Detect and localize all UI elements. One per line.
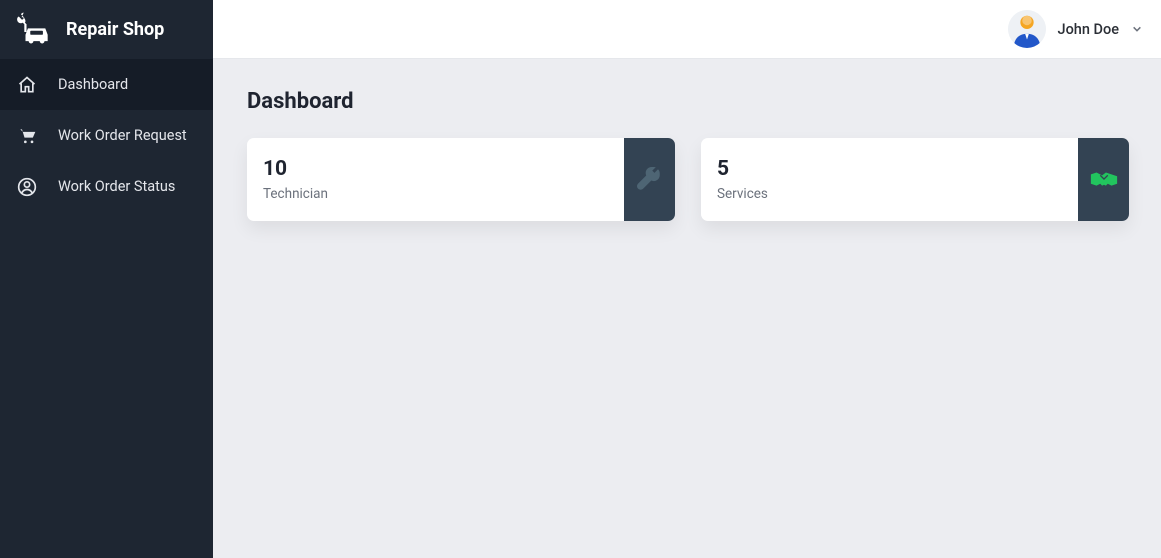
sidebar-item-label: Work Order Request <box>58 127 187 144</box>
card-value: 5 <box>717 157 1062 182</box>
main: John Doe Dashboard 10 Technician <box>213 0 1161 558</box>
sidebar: Repair Shop Dashboard Work Order Request <box>0 0 213 558</box>
cards-row: 10 Technician 5 Services <box>247 138 1129 221</box>
card-body: 10 Technician <box>247 138 624 221</box>
card-body: 5 Services <box>701 138 1078 221</box>
sidebar-item-label: Work Order Status <box>58 178 175 195</box>
card-technician[interactable]: 10 Technician <box>247 138 675 221</box>
app-name: Repair Shop <box>66 19 164 40</box>
user-menu[interactable]: John Doe <box>1008 10 1143 48</box>
nav-list: Dashboard Work Order Request Work Orde <box>0 59 213 212</box>
content: Dashboard 10 Technician 5 Services <box>213 59 1161 251</box>
wrench-icon <box>624 138 675 221</box>
logo[interactable]: Repair Shop <box>0 0 213 59</box>
user-icon <box>16 176 38 198</box>
logo-icon <box>16 11 54 49</box>
page-title: Dashboard <box>247 89 1129 114</box>
card-services[interactable]: 5 Services <box>701 138 1129 221</box>
user-name: John Doe <box>1058 21 1119 38</box>
sidebar-item-work-order-request[interactable]: Work Order Request <box>0 110 213 161</box>
topbar: John Doe <box>213 0 1161 59</box>
avatar <box>1008 10 1046 48</box>
card-value: 10 <box>263 157 608 182</box>
sidebar-item-dashboard[interactable]: Dashboard <box>0 59 213 110</box>
chevron-down-icon <box>1131 23 1143 35</box>
card-label: Technician <box>263 186 608 202</box>
card-label: Services <box>717 186 1062 202</box>
home-icon <box>16 74 38 96</box>
handshake-icon <box>1078 138 1129 221</box>
sidebar-item-work-order-status[interactable]: Work Order Status <box>0 161 213 212</box>
cart-icon <box>16 125 38 147</box>
sidebar-item-label: Dashboard <box>58 76 128 93</box>
